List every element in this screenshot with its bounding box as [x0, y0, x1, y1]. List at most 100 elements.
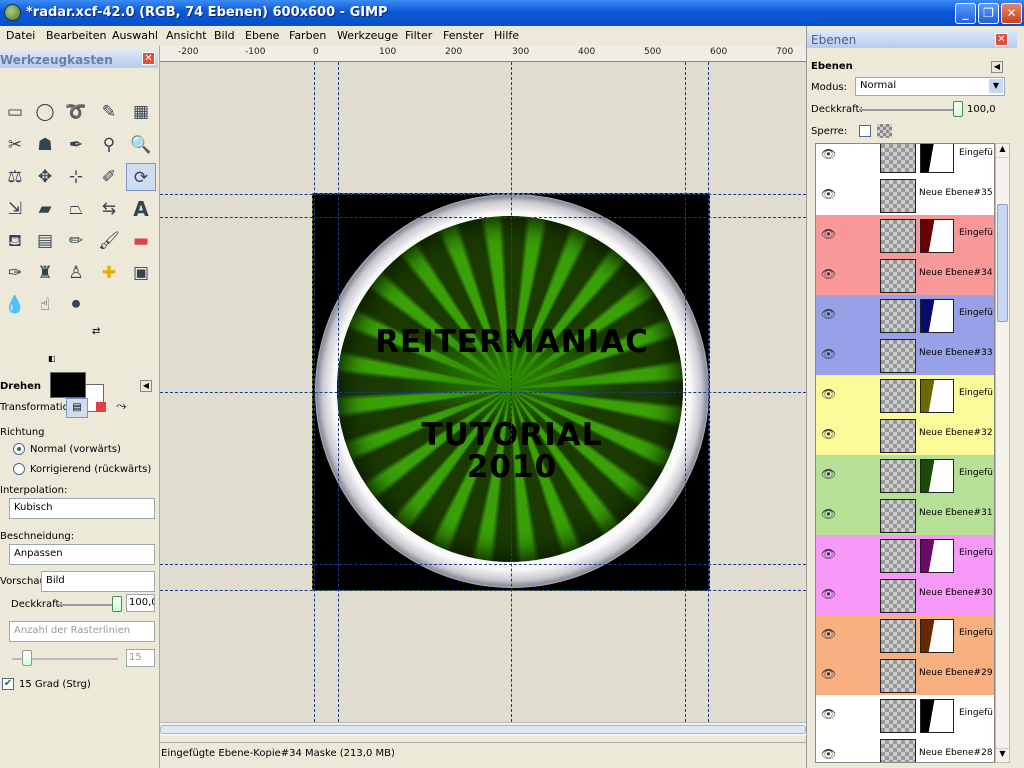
guide-line[interactable] [511, 62, 512, 722]
menu-ansicht[interactable]: Ansicht [166, 29, 207, 42]
guide-line[interactable] [160, 392, 806, 393]
default-colors-icon[interactable]: ◧ [48, 354, 56, 363]
layer-row[interactable]: 👁 Neue Ebene#28 [816, 735, 994, 762]
eye-icon[interactable]: 👁 [821, 307, 836, 321]
direction-corrective-radio[interactable] [13, 463, 25, 475]
layer-row[interactable]: 👁 Neue Ebene#30 [816, 575, 994, 615]
free-select-icon[interactable]: ➰ [61, 98, 91, 126]
layer-thumbnail[interactable] [880, 379, 916, 413]
menu-datei[interactable]: Datei [6, 29, 35, 42]
layer-mask-thumbnail[interactable] [920, 699, 954, 733]
eye-icon[interactable]: 👁 [821, 227, 836, 241]
maximize-button[interactable]: ❐ [978, 3, 999, 24]
layer-thumbnail[interactable] [880, 739, 916, 762]
layer-thumbnail[interactable] [880, 339, 916, 373]
eye-icon[interactable]: 👁 [821, 627, 836, 641]
opacity-slider-track[interactable] [58, 604, 120, 606]
layer-thumbnail[interactable] [880, 259, 916, 293]
clipping-select[interactable]: Anpassen [9, 544, 155, 565]
guide-line[interactable] [685, 62, 686, 722]
scroll-down-icon[interactable]: ▼ [996, 748, 1009, 762]
eye-icon[interactable]: 👁 [821, 387, 836, 401]
tool-options-menu-icon[interactable]: ◀ [140, 380, 152, 392]
pencil-icon[interactable]: ✏ [61, 227, 91, 255]
layer-thumbnail[interactable] [880, 219, 916, 253]
blend-icon[interactable]: ▤ [30, 227, 60, 255]
crop-icon[interactable]: ✐ [94, 163, 124, 191]
dodge-burn-icon[interactable]: ⚫ [61, 291, 91, 319]
eye-icon[interactable]: 👁 [821, 347, 836, 361]
perspective-clone-icon[interactable]: ▣ [126, 259, 156, 287]
eye-icon[interactable]: 👁 [821, 667, 836, 681]
constrain-checkbox[interactable]: ✔ [2, 678, 14, 690]
clone-icon[interactable]: ♙ [61, 259, 91, 287]
horizontal-scrollbar[interactable] [160, 722, 806, 736]
flip-icon[interactable]: ⇆ [94, 195, 124, 223]
eye-icon[interactable]: 👁 [821, 427, 836, 441]
eye-icon[interactable]: 👁 [821, 587, 836, 601]
paths-icon[interactable]: ✒ [61, 131, 91, 159]
layer-row[interactable]: 👁 Eingefü [816, 455, 994, 495]
toolbox-close-icon[interactable]: ✕ [142, 52, 155, 65]
gridlines-select[interactable]: Anzahl der Rasterlinien [9, 621, 155, 642]
menu-farben[interactable]: Farben [289, 29, 326, 42]
layer-thumbnail[interactable] [880, 179, 916, 213]
transform-selection-icon[interactable] [96, 402, 106, 412]
rect-select-icon[interactable]: ▭ [0, 98, 30, 126]
opacity-spinner[interactable]: 100,0 [126, 594, 155, 612]
layer-thumbnail[interactable] [880, 539, 916, 573]
menu-ebene[interactable]: Ebene [245, 29, 279, 42]
eye-icon[interactable]: 👁 [821, 547, 836, 561]
blur-icon[interactable]: 💧 [0, 291, 30, 319]
scale-icon[interactable]: ⇲ [0, 195, 30, 223]
layer-thumbnail[interactable] [880, 619, 916, 653]
layer-row[interactable]: 👁 Eingefü [816, 144, 994, 175]
layer-thumbnail[interactable] [880, 419, 916, 453]
guide-line[interactable] [708, 62, 709, 722]
smudge-icon[interactable]: ☝ [30, 291, 60, 319]
scroll-up-icon[interactable]: ▲ [996, 144, 1009, 158]
layers-menu-icon[interactable]: ◀ [991, 61, 1003, 73]
layer-mask-thumbnail[interactable] [920, 299, 954, 333]
layer-thumbnail[interactable] [880, 299, 916, 333]
layer-row[interactable]: 👁 Neue Ebene#29 [816, 655, 994, 695]
zoom-icon[interactable]: 🔍 [126, 131, 156, 159]
layer-mask-thumbnail[interactable] [920, 459, 954, 493]
layer-row[interactable]: 👁 Eingefü [816, 375, 994, 415]
layers-scrollbar-thumb[interactable] [997, 204, 1008, 322]
layer-row[interactable]: 👁 Neue Ebene#32 [816, 415, 994, 455]
layer-thumbnail[interactable] [880, 659, 916, 693]
airbrush-icon[interactable]: ✑ [0, 259, 30, 287]
layer-row[interactable]: 👁 Neue Ebene#34 [816, 255, 994, 295]
paintbrush-icon[interactable]: 🖌 [94, 227, 124, 255]
canvas[interactable]: REITERMANIAC TUTORIAL 2010 [160, 62, 806, 722]
lock-alpha-icon[interactable] [877, 124, 892, 138]
eye-icon[interactable]: 👁 [821, 467, 836, 481]
mode-select[interactable]: Normal ▼ [855, 77, 1005, 96]
layer-mask-thumbnail[interactable] [920, 539, 954, 573]
heal-icon[interactable]: ✚ [94, 259, 124, 287]
menu-hilfe[interactable]: Hilfe [494, 29, 519, 42]
measure-icon[interactable]: ⚖ [0, 163, 30, 191]
eye-icon[interactable]: 👁 [821, 707, 836, 721]
layer-row[interactable]: 👁 Neue Ebene#31 [816, 495, 994, 535]
preview-select[interactable]: Bild [41, 571, 155, 592]
bucket-fill-icon[interactable]: ⛾ [0, 227, 30, 255]
move-icon[interactable]: ✥ [30, 163, 60, 191]
menu-fenster[interactable]: Fenster [443, 29, 484, 42]
layers-vertical-scrollbar[interactable]: ▲ ▼ [995, 143, 1010, 763]
eye-icon[interactable]: 👁 [821, 747, 836, 761]
eraser-icon[interactable]: ▬ [126, 227, 156, 255]
perspective-icon[interactable]: ⏢ [61, 195, 91, 223]
layer-opacity-value[interactable]: 100,0 [967, 104, 996, 115]
layer-mask-thumbnail[interactable] [920, 219, 954, 253]
color-select-icon[interactable]: ▦ [126, 98, 156, 126]
guide-line[interactable] [160, 590, 806, 591]
eye-icon[interactable]: 👁 [821, 187, 836, 201]
guide-line[interactable] [160, 217, 806, 218]
fuzzy-select-icon[interactable]: ✎ [94, 98, 124, 126]
guide-line[interactable] [314, 62, 315, 722]
layers-close-icon[interactable]: ✕ [995, 33, 1008, 46]
rotate-icon[interactable]: ⟳ [126, 163, 156, 191]
gridlines-slider-thumb[interactable] [22, 650, 32, 666]
